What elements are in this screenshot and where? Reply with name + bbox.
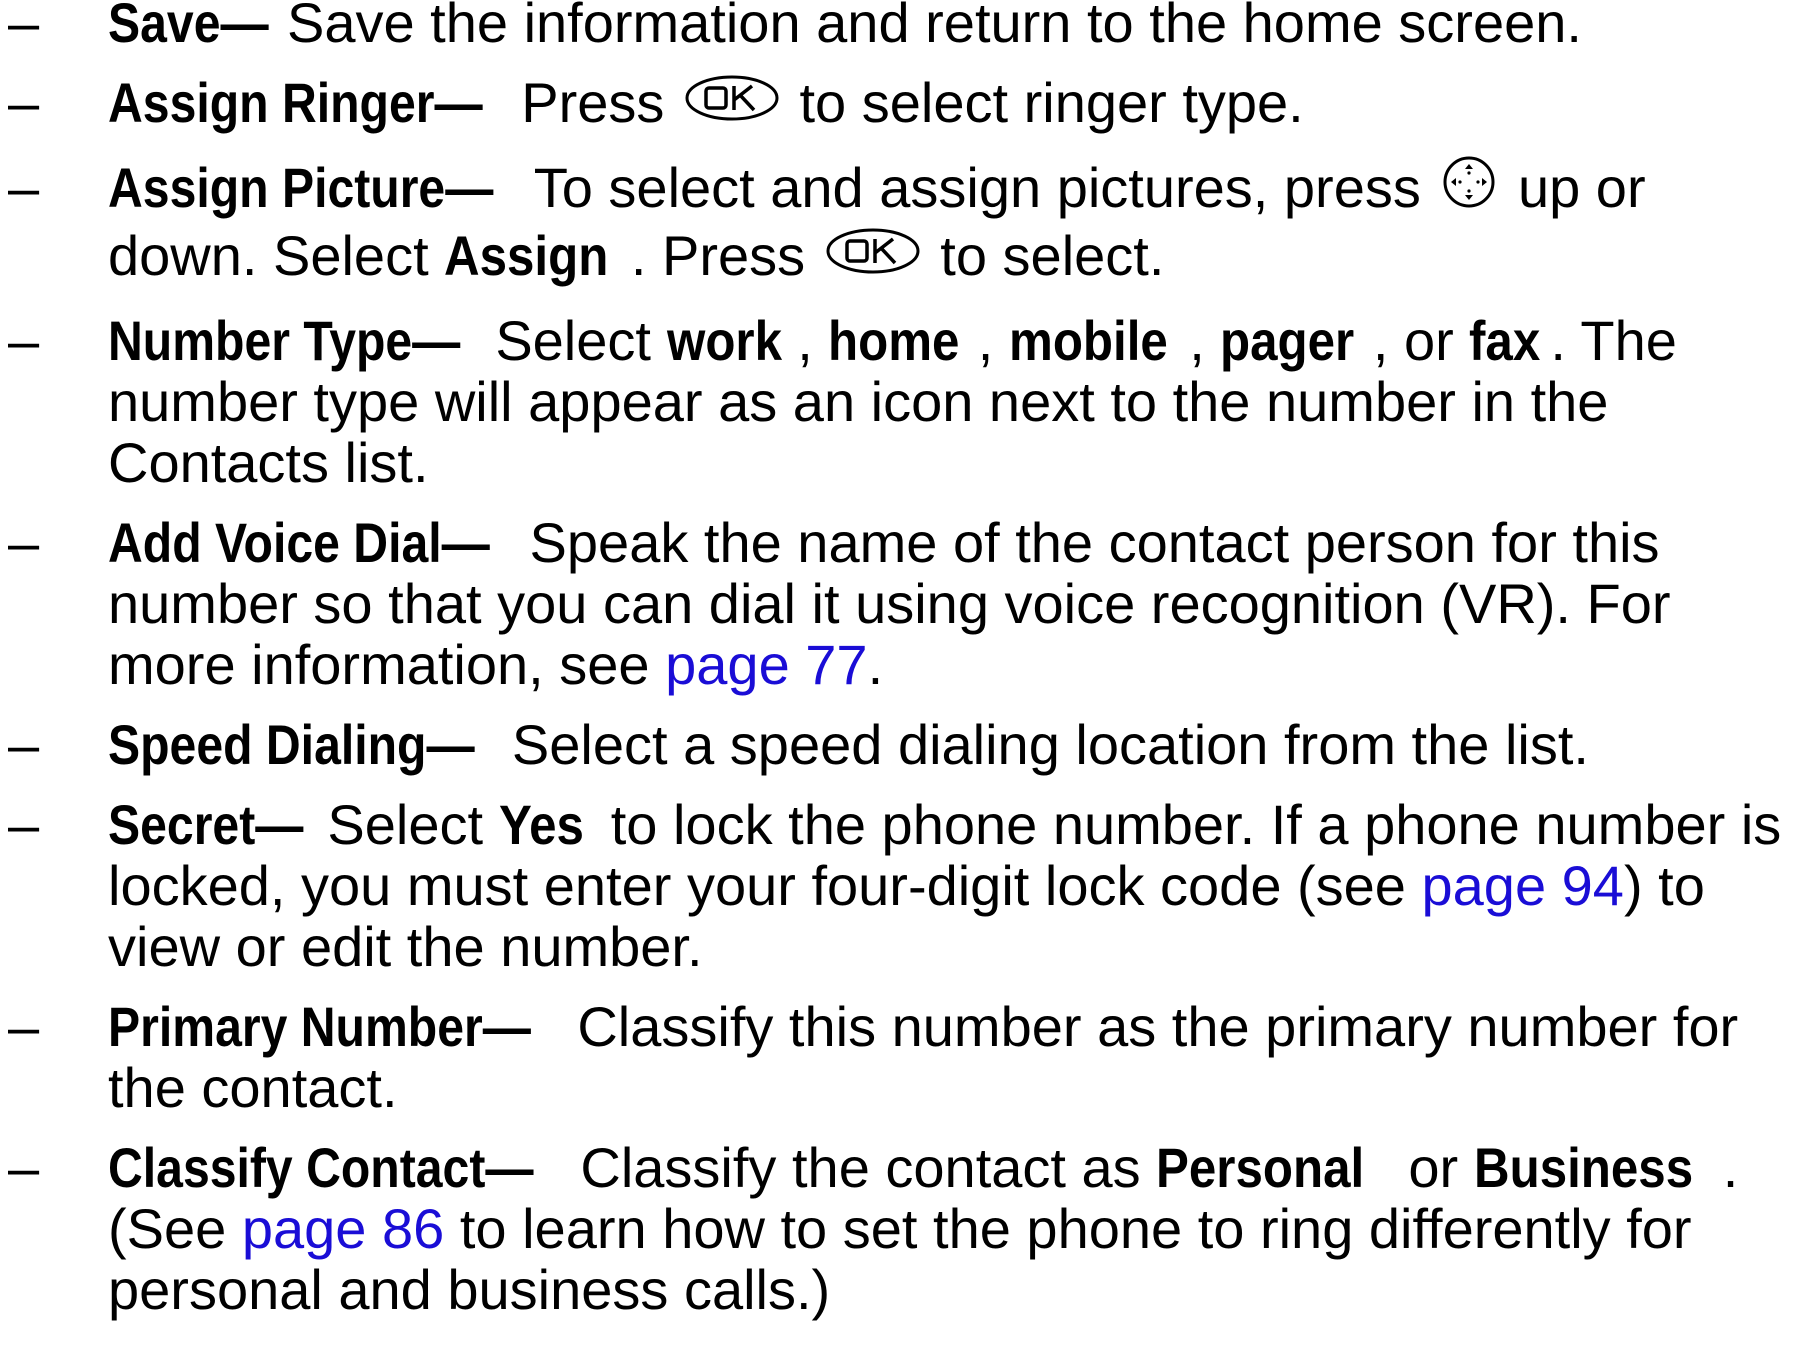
option-work: work	[666, 309, 782, 373]
item-text: . Press	[630, 224, 821, 288]
list-dash: –	[8, 995, 40, 1059]
list-item-save: – Save— Save the information and return t…	[0, 0, 1808, 53]
term-speed-dialing: Speed Dialing—	[108, 713, 475, 777]
list-dash: –	[8, 71, 40, 134]
option-home: home	[828, 309, 960, 373]
ok-key-icon	[684, 73, 780, 134]
options-list: – Save— Save the information and return t…	[0, 0, 1817, 1347]
item-text: or	[1392, 1136, 1474, 1200]
bold-personal: Personal	[1156, 1136, 1365, 1200]
list-dash: –	[8, 713, 40, 777]
list-dash: –	[8, 309, 40, 373]
item-text: Press	[521, 71, 680, 134]
option-pager: pager	[1220, 309, 1355, 373]
bold-business: Business	[1473, 1136, 1693, 1200]
item-text: Save the information and return to the h…	[286, 0, 1582, 54]
term-number-type: Number Type—	[108, 309, 461, 373]
bold-yes: Yes	[498, 793, 584, 857]
separator: ,	[977, 309, 1009, 373]
item-text: Select	[495, 309, 667, 373]
list-item-primary-number: – Primary Number— Classify this number as…	[0, 996, 1808, 1118]
option-fax: fax	[1469, 309, 1541, 373]
ok-key-icon	[825, 226, 921, 287]
term-assign-ringer: Assign Ringer—	[108, 71, 483, 134]
list-item-number-type: – Number Type— Select work, home, mobile,…	[0, 310, 1808, 493]
term-assign-picture: Assign Picture—	[108, 155, 494, 219]
item-text: Classify the contact as	[580, 1136, 1157, 1200]
separator: ,	[1189, 309, 1221, 373]
list-dash: –	[8, 793, 40, 857]
page-77-link[interactable]: page 77	[665, 633, 867, 696]
option-mobile: mobile	[1008, 309, 1168, 373]
term-primary-number: Primary Number—	[108, 995, 531, 1059]
list-dash: –	[8, 1136, 40, 1200]
list-item-add-voice-dial: – Add Voice Dial— Speak the name of the c…	[0, 512, 1808, 695]
navigation-key-icon	[1440, 154, 1498, 221]
item-text: Select a speed dialing location from the…	[511, 713, 1589, 777]
term-classify-contact: Classify Contact—	[108, 1136, 534, 1200]
list-dash: –	[8, 155, 40, 219]
list-dash: –	[8, 0, 40, 54]
item-text: Select	[327, 793, 499, 857]
term-secret: Secret—	[108, 793, 304, 857]
term-save: Save—	[108, 0, 269, 54]
list-item-secret: – Secret— Select Yes to lock the phone nu…	[0, 794, 1808, 977]
item-text: to select.	[924, 224, 1165, 288]
list-item-classify-contact: – Classify Contact— Classify the contact …	[0, 1137, 1808, 1320]
list-item-assign-picture: – Assign Picture— To select and assign pi…	[0, 157, 1808, 291]
item-text: .	[867, 633, 884, 697]
separator: , or	[1372, 309, 1470, 373]
term-add-voice-dial: Add Voice Dial—	[108, 511, 490, 575]
bold-assign: Assign	[444, 224, 609, 288]
page-86-link[interactable]: page 86	[242, 1197, 444, 1260]
page-94-link[interactable]: page 94	[1422, 854, 1624, 917]
item-text: to select ringer type.	[783, 71, 1304, 134]
list-item-assign-ringer: – Assign Ringer— Press to select ringer t…	[0, 72, 1808, 138]
list-item-speed-dialing: – Speed Dialing— Select a speed dialing l…	[0, 714, 1808, 775]
list-dash: –	[8, 511, 40, 575]
separator: ,	[797, 309, 829, 373]
item-text: To select and assign pictures, press	[533, 155, 1437, 219]
